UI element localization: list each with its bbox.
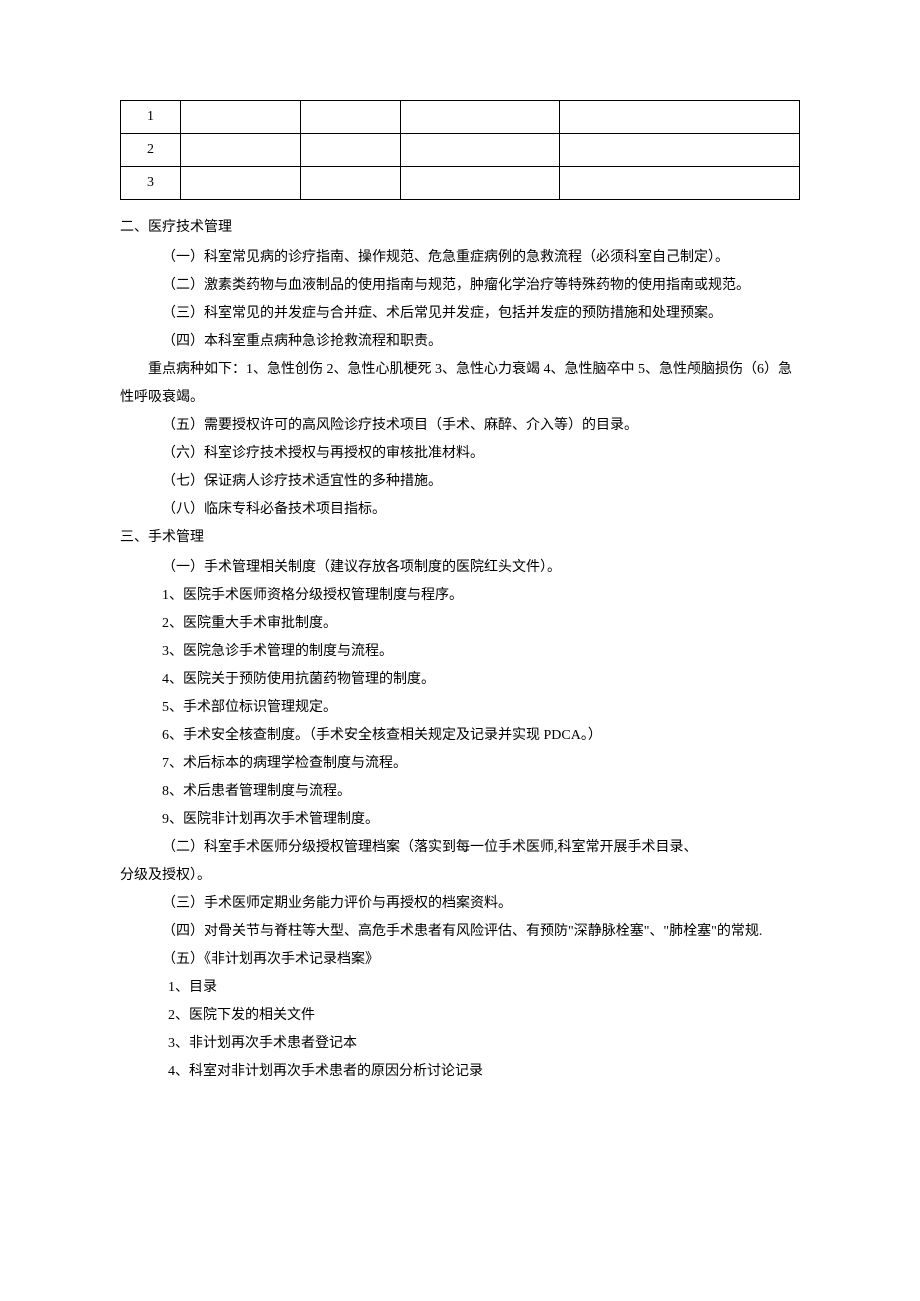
sec3-a4: （四）对骨关节与脊柱等大型、高危手术患者有风险评估、有预防"深静脉栓塞"、"肺栓… [120, 918, 800, 946]
row-index: 3 [121, 167, 181, 200]
sec2-item-4: （四）本科室重点病种急诊抢救流程和职责。 [120, 328, 800, 356]
sec2-item-1: （一）科室常见病的诊疗指南、操作规范、危急重症病例的急救流程（必须科室自己制定）… [120, 244, 800, 272]
sec2-item-6: （六）科室诊疗技术授权与再授权的审核批准材料。 [120, 440, 800, 468]
sec2-item-8: （八）临床专科必备技术项目指标。 [120, 496, 800, 524]
sec2-item-5: （五）需要授权许可的高风险诊疗技术项目（手术、麻醉、介入等）的目录。 [120, 412, 800, 440]
section-3-title: 三、手术管理 [120, 524, 800, 552]
row-index: 1 [121, 101, 181, 134]
sec2-item-4-detail: 重点病种如下：1、急性创伤 2、急性心肌梗死 3、急性心力衰竭 4、急性脑卒中 … [120, 356, 800, 412]
table-row: 3 [121, 167, 800, 200]
sec3-a1-1: 1、医院手术医师资格分级授权管理制度与程序。 [120, 582, 800, 610]
row-index: 2 [121, 134, 181, 167]
sec2-item-3: （三）科室常见的并发症与合并症、术后常见并发症，包括并发症的预防措施和处理预案。 [120, 300, 800, 328]
sec3-a2-cont: 分级及授权）。 [120, 862, 800, 890]
sec3-a1-6: 6、手术安全核查制度。（手术安全核查相关规定及记录并实现 PDCA。） [120, 722, 800, 750]
sec3-a5-3: 3、非计划再次手术患者登记本 [120, 1030, 800, 1058]
table-row: 2 [121, 134, 800, 167]
sec3-a5-4: 4、科室对非计划再次手术患者的原因分析讨论记录 [120, 1058, 800, 1086]
sec3-a1-2: 2、医院重大手术审批制度。 [120, 610, 800, 638]
sec3-a1-9: 9、医院非计划再次手术管理制度。 [120, 806, 800, 834]
sec3-a5: （五）《非计划再次手术记录档案》 [120, 946, 800, 974]
sec3-a1-4: 4、医院关于预防使用抗菌药物管理的制度。 [120, 666, 800, 694]
sec3-a1: （一）手术管理相关制度（建议存放各项制度的医院红头文件）。 [120, 554, 800, 582]
section-2-title: 二、医疗技术管理 [120, 214, 800, 242]
numbered-table: 1 2 3 [120, 100, 800, 200]
sec3-a5-2: 2、医院下发的相关文件 [120, 1002, 800, 1030]
sec2-item-2: （二）激素类药物与血液制品的使用指南与规范，肿瘤化学治疗等特殊药物的使用指南或规… [120, 272, 800, 300]
sec3-a1-7: 7、术后标本的病理学检查制度与流程。 [120, 750, 800, 778]
sec3-a1-5: 5、手术部位标识管理规定。 [120, 694, 800, 722]
sec3-a2: （二）科室手术医师分级授权管理档案（落实到每一位手术医师,科室常开展手术目录、 [120, 834, 800, 862]
table-row: 1 [121, 101, 800, 134]
sec3-a3: （三）手术医师定期业务能力评价与再授权的档案资料。 [120, 890, 800, 918]
sec3-a1-3: 3、医院急诊手术管理的制度与流程。 [120, 638, 800, 666]
sec3-a1-8: 8、术后患者管理制度与流程。 [120, 778, 800, 806]
sec2-item-7: （七）保证病人诊疗技术适宜性的多种措施。 [120, 468, 800, 496]
sec3-a5-1: 1、目录 [120, 974, 800, 1002]
